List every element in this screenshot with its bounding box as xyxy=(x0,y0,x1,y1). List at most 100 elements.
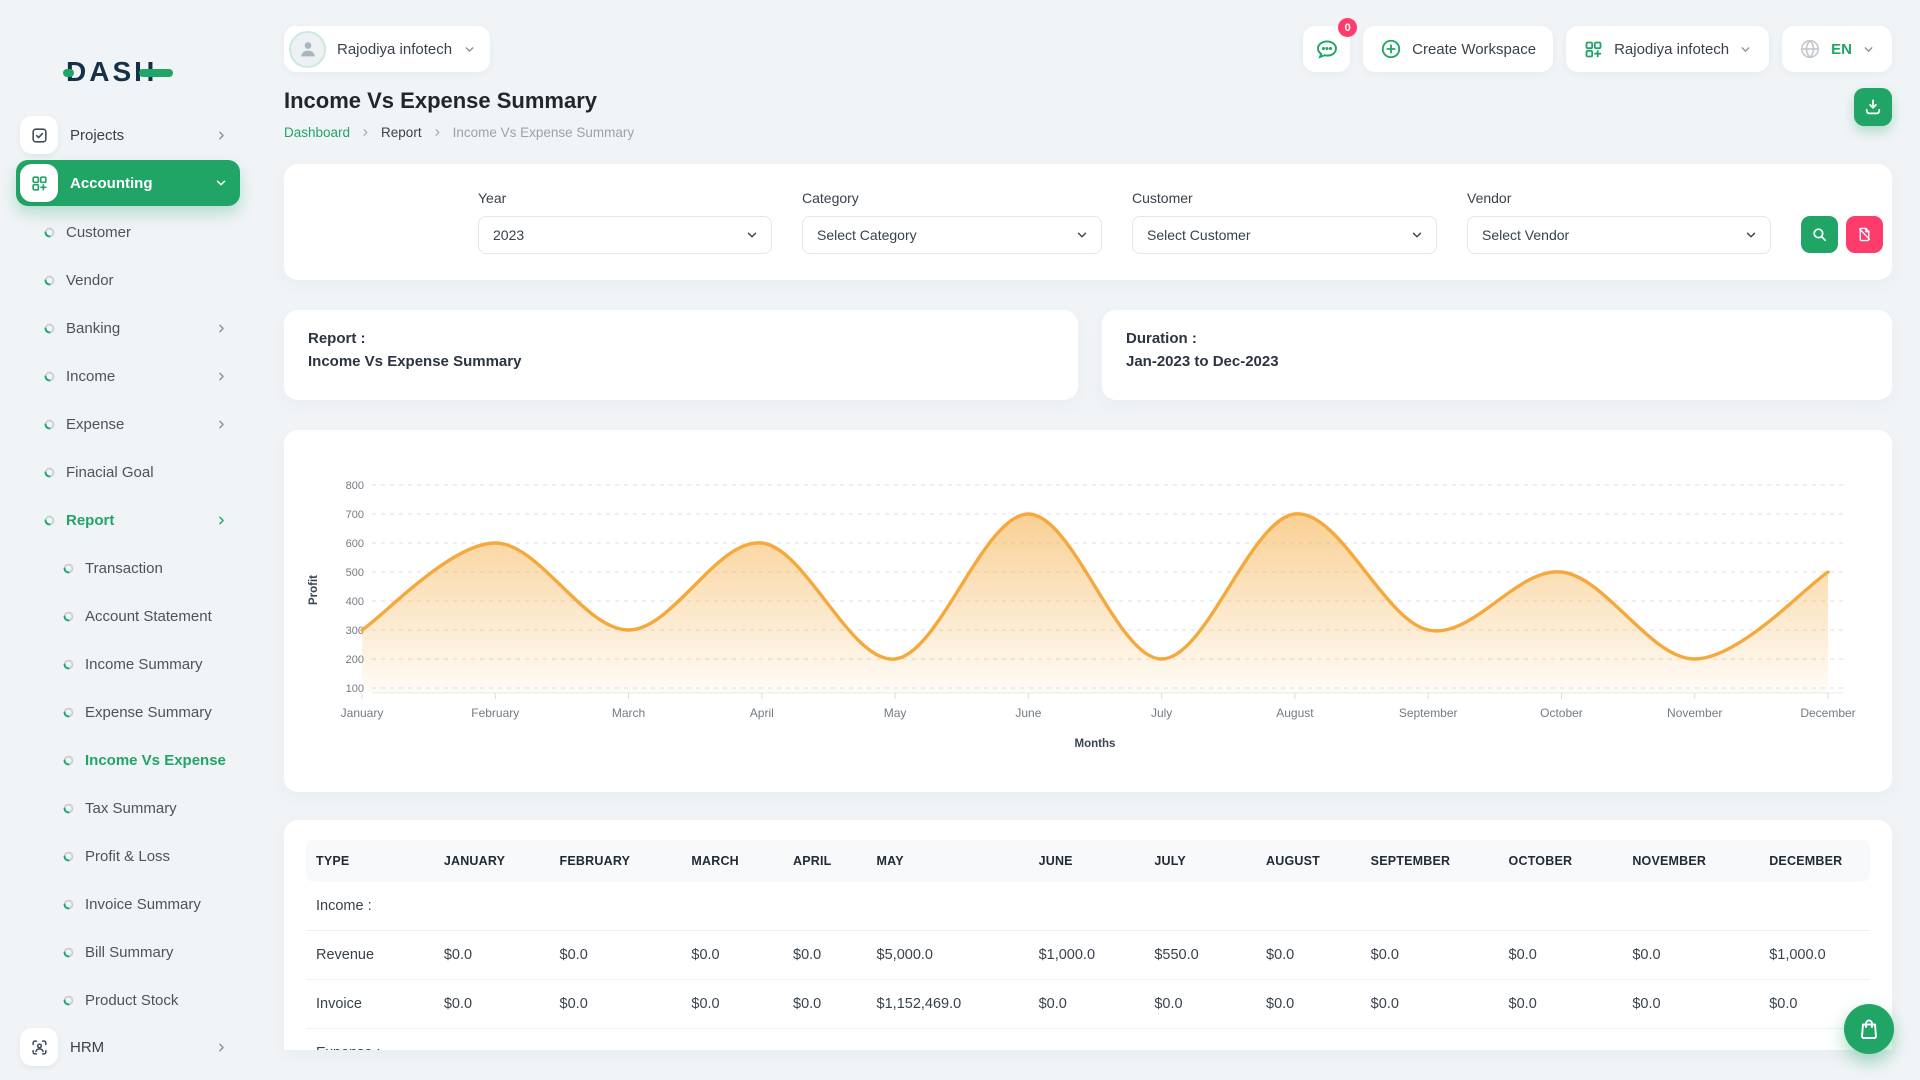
column-header-february: FEBRUARY xyxy=(550,840,682,882)
workspace-name: Rajodiya infotech xyxy=(337,41,452,58)
create-workspace-button[interactable]: Create Workspace xyxy=(1363,26,1553,72)
chevron-down-icon xyxy=(1744,228,1758,242)
grid-plus-icon xyxy=(1583,39,1604,60)
bullet-icon xyxy=(44,227,55,238)
cell-value: $0.0 xyxy=(1029,980,1145,1029)
bullet-icon xyxy=(63,899,74,910)
column-header-april: APRIL xyxy=(783,840,867,882)
bullet-icon xyxy=(63,755,74,766)
chat-button[interactable]: 0 xyxy=(1303,26,1350,72)
bullet-icon xyxy=(63,803,74,814)
file-slash-icon xyxy=(1856,226,1873,243)
sidebar-item-income-vs-expense[interactable]: Income Vs Expense xyxy=(16,736,240,784)
cell-value: $0.0 xyxy=(1256,931,1361,980)
sidebar-item-transaction[interactable]: Transaction xyxy=(16,544,240,592)
svg-text:May: May xyxy=(884,706,907,720)
svg-text:March: March xyxy=(612,706,645,720)
column-header-august: AUGUST xyxy=(1256,840,1361,882)
sidebar: DASH ProjectsAccountingCustomerVendorBan… xyxy=(0,0,256,1080)
cell-value: $0.0 xyxy=(1622,980,1759,1029)
breadcrumb-dashboard[interactable]: Dashboard xyxy=(284,125,350,140)
svg-text:August: August xyxy=(1276,706,1314,720)
bullet-icon xyxy=(63,707,74,718)
bullet-icon xyxy=(44,515,55,526)
create-workspace-label: Create Workspace xyxy=(1412,41,1536,58)
table-row-revenue: Revenue$0.0$0.0$0.0$0.0$5,000.0$1,000.0$… xyxy=(306,931,1870,980)
year-select[interactable]: 2023 xyxy=(478,216,772,254)
plus-circle-icon xyxy=(1380,38,1402,60)
avatar xyxy=(289,31,326,68)
sidebar-item-hrm[interactable]: HRM xyxy=(16,1024,240,1070)
reset-filter-button[interactable] xyxy=(1846,216,1883,253)
svg-text:October: October xyxy=(1540,706,1583,720)
logo-dash xyxy=(139,69,173,77)
chevron-right-icon xyxy=(215,1041,228,1054)
profit-area-chart: 100200300400500600700800JanuaryFebruaryM… xyxy=(284,430,1892,792)
chevron-right-icon xyxy=(215,322,228,335)
sidebar-item-projects[interactable]: Projects xyxy=(16,112,240,158)
checkbox-icon xyxy=(20,116,58,154)
sidebar-item-customer[interactable]: Customer xyxy=(16,208,240,256)
sidebar-item-banking[interactable]: Banking xyxy=(16,304,240,352)
title-row: Income Vs Expense Summary Dashboard Repo… xyxy=(284,88,1892,140)
category-select[interactable]: Select Category xyxy=(802,216,1102,254)
sidebar-item-product-stock[interactable]: Product Stock xyxy=(16,976,240,1024)
sidebar-item-expense[interactable]: Expense xyxy=(16,400,240,448)
sidebar-item-expense-summary[interactable]: Expense Summary xyxy=(16,688,240,736)
bullet-icon xyxy=(44,323,55,334)
sidebar-item-accounting[interactable]: Accounting xyxy=(16,160,240,206)
table-section-row: Expense : xyxy=(306,1029,1870,1051)
language-code: EN xyxy=(1831,41,1852,58)
chevron-right-icon xyxy=(215,370,228,383)
svg-text:September: September xyxy=(1399,706,1458,720)
svg-text:100: 100 xyxy=(346,683,364,695)
cell-value: $0.0 xyxy=(1361,980,1499,1029)
shopping-bag-icon xyxy=(1857,1017,1881,1041)
report-card: Report : Income Vs Expense Summary xyxy=(284,310,1078,400)
language-selector[interactable]: EN xyxy=(1782,26,1892,72)
sidebar-item-bill-summary[interactable]: Bill Summary xyxy=(16,928,240,976)
svg-text:200: 200 xyxy=(346,654,364,666)
sidebar-item-invoice-summary[interactable]: Invoice Summary xyxy=(16,880,240,928)
breadcrumb-current: Income Vs Expense Summary xyxy=(453,125,635,140)
sidebar-item-report[interactable]: Report xyxy=(16,496,240,544)
cell-value: $5,000.0 xyxy=(867,931,1029,980)
sidebar-item-income-summary[interactable]: Income Summary xyxy=(16,640,240,688)
section-label: Income : xyxy=(306,882,1870,931)
sidebar-item-vendor[interactable]: Vendor xyxy=(16,256,240,304)
bullet-icon xyxy=(44,419,55,430)
sidebar-item-tax-summary[interactable]: Tax Summary xyxy=(16,784,240,832)
workspace-selector[interactable]: Rajodiya infotech xyxy=(284,26,490,72)
category-label: Category xyxy=(802,190,1102,206)
bullet-icon xyxy=(44,371,55,382)
chevron-down-icon xyxy=(463,43,476,56)
breadcrumb-report[interactable]: Report xyxy=(381,125,422,140)
bullet-icon xyxy=(63,995,74,1006)
customer-select[interactable]: Select Customer xyxy=(1132,216,1437,254)
sidebar-item-profit-loss[interactable]: Profit & Loss xyxy=(16,832,240,880)
summary-cards: Report : Income Vs Expense Summary Durat… xyxy=(284,310,1892,400)
company-name: Rajodiya infotech xyxy=(1614,41,1729,58)
cell-value: $1,000.0 xyxy=(1029,931,1145,980)
chevron-right-icon xyxy=(360,127,371,138)
apply-filter-button[interactable] xyxy=(1801,216,1838,253)
cell-value: $0.0 xyxy=(434,931,550,980)
company-selector[interactable]: Rajodiya infotech xyxy=(1566,26,1769,72)
cart-fab-button[interactable] xyxy=(1844,1004,1894,1054)
download-button[interactable] xyxy=(1854,88,1892,126)
main-content: Rajodiya infotech 0 Create Workspace Raj… xyxy=(256,0,1920,1050)
download-icon xyxy=(1863,97,1883,117)
svg-text:November: November xyxy=(1667,706,1722,720)
sidebar-item-income[interactable]: Income xyxy=(16,352,240,400)
svg-text:July: July xyxy=(1151,706,1172,720)
app-logo: DASH xyxy=(66,56,157,88)
cell-value: $0.0 xyxy=(1499,980,1623,1029)
chevron-down-icon xyxy=(745,228,759,242)
svg-text:Profit: Profit xyxy=(308,575,320,605)
sidebar-item-finacial-goal[interactable]: Finacial Goal xyxy=(16,448,240,496)
chevron-down-icon xyxy=(1739,43,1752,56)
sidebar-item-account-statement[interactable]: Account Statement xyxy=(16,592,240,640)
breadcrumb: Dashboard Report Income Vs Expense Summa… xyxy=(284,125,634,140)
vendor-select[interactable]: Select Vendor xyxy=(1467,216,1771,254)
cell-value: $0.0 xyxy=(1361,931,1499,980)
